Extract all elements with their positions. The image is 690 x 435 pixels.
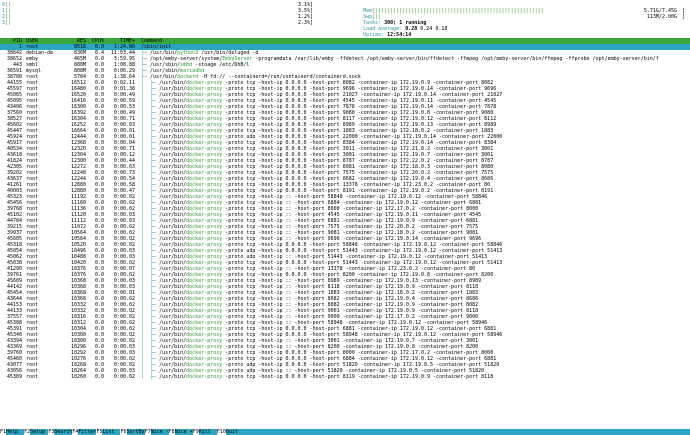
cpu-meter: 3[| 2.3%] (2, 20, 314, 26)
meters-panel: 0[| 3.1%] 1[| 3.5%] 2[| 1.2%] 3[| 2.3%] Mem[|||… (0, 0, 690, 38)
fkey-label[interactable]: Help (6, 429, 24, 435)
user-cell: root (26, 374, 39, 380)
uptime-meter: Uptime: 12:54:14 (363, 32, 412, 38)
cpu-percent: 2.3% (297, 20, 311, 26)
fkey-label[interactable]: Setup (30, 429, 48, 435)
time-cell: 0:00.02 (113, 374, 135, 380)
pid-cell: 45389 (6, 374, 22, 380)
fkey-f10[interactable]: F10 (216, 429, 226, 435)
system-meters: Mem[||||||||||||||||||||||||||||||||||||… (345, 2, 685, 38)
fkey-label[interactable]: Nice - (151, 429, 169, 435)
cpu-cell: 0.0 (94, 374, 104, 380)
process-row[interactable]: 45389 root 10260 0.0 0:00.02 │ ├─ /usr/bin/do… (0, 374, 690, 380)
fkey-label[interactable]: SortBy (127, 429, 145, 435)
fkey-label[interactable]: Kill (199, 429, 217, 435)
process-list: 1 root 9516 0.0 1:24.06/sbin/init 38642 debian… (0, 44, 690, 380)
fkey-label[interactable]: Quit (226, 429, 238, 435)
fkey-label[interactable]: Search (54, 429, 72, 435)
function-key-bar: F1Help F2Setup F3SearchF4FilterF5List F6… (0, 429, 690, 435)
command-cell: │ ├─ /usr/bin/docker-proxy -proto tcp -h… (141, 374, 494, 380)
fkey-label[interactable]: Filter (78, 429, 96, 435)
fkey-label[interactable]: List (102, 429, 120, 435)
fkey-label[interactable]: Nice + (175, 429, 193, 435)
res-cell: 10260 (70, 374, 86, 380)
cpu-meters: 0[| 3.1%] 1[| 3.5%] 2[| 1.2%] 3[| 2.3%] (2, 2, 313, 26)
